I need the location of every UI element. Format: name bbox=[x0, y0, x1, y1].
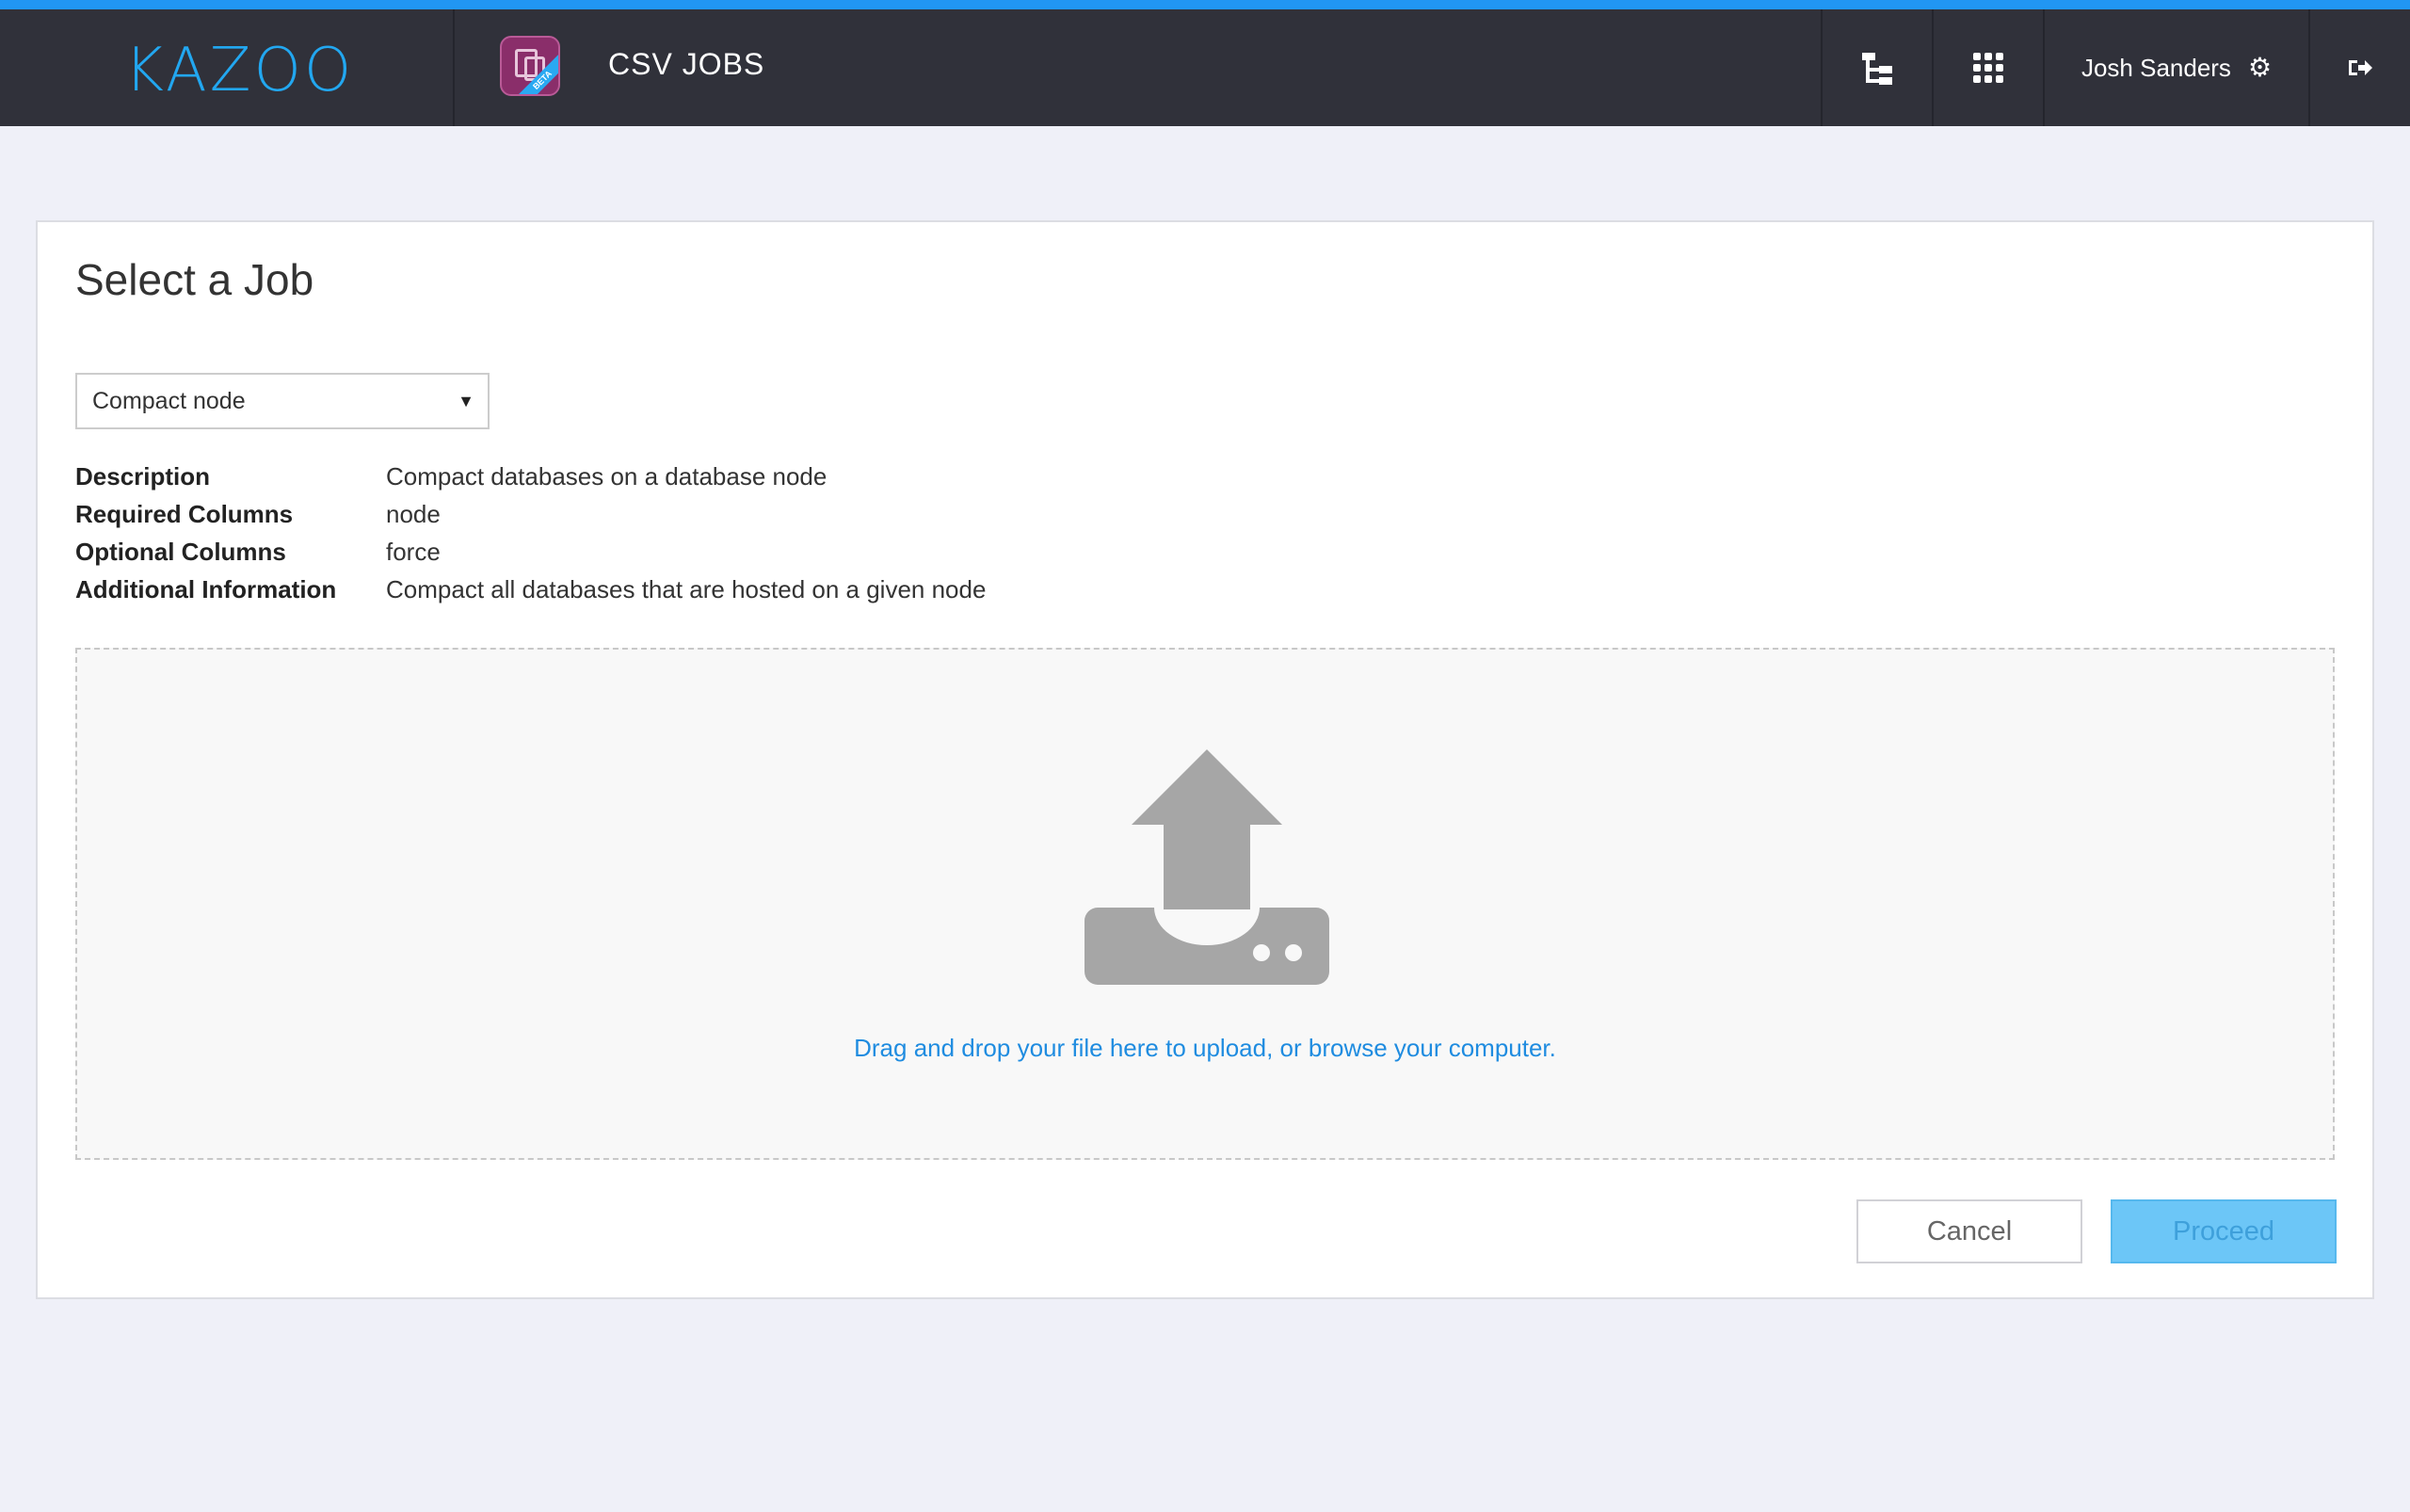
detail-value: Compact databases on a database node bbox=[386, 461, 827, 491]
detail-label: Additional Information bbox=[75, 574, 337, 603]
page-title: Select a Job bbox=[75, 255, 314, 304]
detail-row: Required Columns node bbox=[75, 495, 986, 533]
select-job-card: Select a Job Compact node ▼ Description … bbox=[36, 220, 2374, 1299]
user-settings-button[interactable]: Josh Sanders ⚙ bbox=[2043, 9, 2308, 126]
detail-row: Description Compact databases on a datab… bbox=[75, 458, 986, 495]
logo-area[interactable]: KAZOO bbox=[0, 9, 455, 126]
detail-row: Additional Information Compact all datab… bbox=[75, 571, 986, 608]
caret-down-icon: ▼ bbox=[458, 392, 474, 410]
detail-value: Compact all databases that are hosted on… bbox=[386, 574, 987, 603]
apps-menu-button[interactable] bbox=[1932, 9, 2043, 126]
csv-jobs-app-icon: BETA bbox=[500, 36, 560, 96]
detail-value: force bbox=[386, 537, 441, 566]
user-name: Josh Sanders bbox=[2081, 53, 2231, 82]
detail-row: Optional Columns force bbox=[75, 533, 986, 571]
cancel-button[interactable]: Cancel bbox=[1856, 1199, 2082, 1263]
detail-label: Optional Columns bbox=[75, 537, 286, 566]
gear-icon: ⚙ bbox=[2247, 53, 2273, 82]
apps-grid-icon bbox=[1973, 53, 2003, 83]
app-title: CSV JOBS bbox=[608, 47, 765, 81]
dropzone-browse-link[interactable]: Drag and drop your file here to upload, … bbox=[77, 1034, 2333, 1063]
upload-icon bbox=[1084, 749, 1329, 985]
top-navigation-bar: KAZOO BETA CSV JOBS Josh Sanders ⚙ bbox=[0, 9, 2410, 126]
account-tree-button[interactable] bbox=[1821, 9, 1932, 126]
detail-label: Required Columns bbox=[75, 499, 294, 528]
job-select-dropdown[interactable]: Compact node ▼ bbox=[75, 373, 490, 429]
logout-icon bbox=[2349, 60, 2372, 75]
file-dropzone[interactable]: Drag and drop your file here to upload, … bbox=[75, 648, 2335, 1160]
job-details: Description Compact databases on a datab… bbox=[75, 458, 986, 608]
job-select-value: Compact node bbox=[92, 388, 246, 414]
detail-label: Description bbox=[75, 461, 211, 491]
detail-value: node bbox=[386, 499, 441, 528]
top-accent-stripe bbox=[0, 0, 2410, 9]
kazoo-logo[interactable]: KAZOO bbox=[124, 36, 354, 105]
proceed-button[interactable]: Proceed bbox=[2111, 1199, 2337, 1263]
logout-button[interactable] bbox=[2308, 9, 2410, 126]
account-tree-icon bbox=[1860, 51, 1894, 85]
